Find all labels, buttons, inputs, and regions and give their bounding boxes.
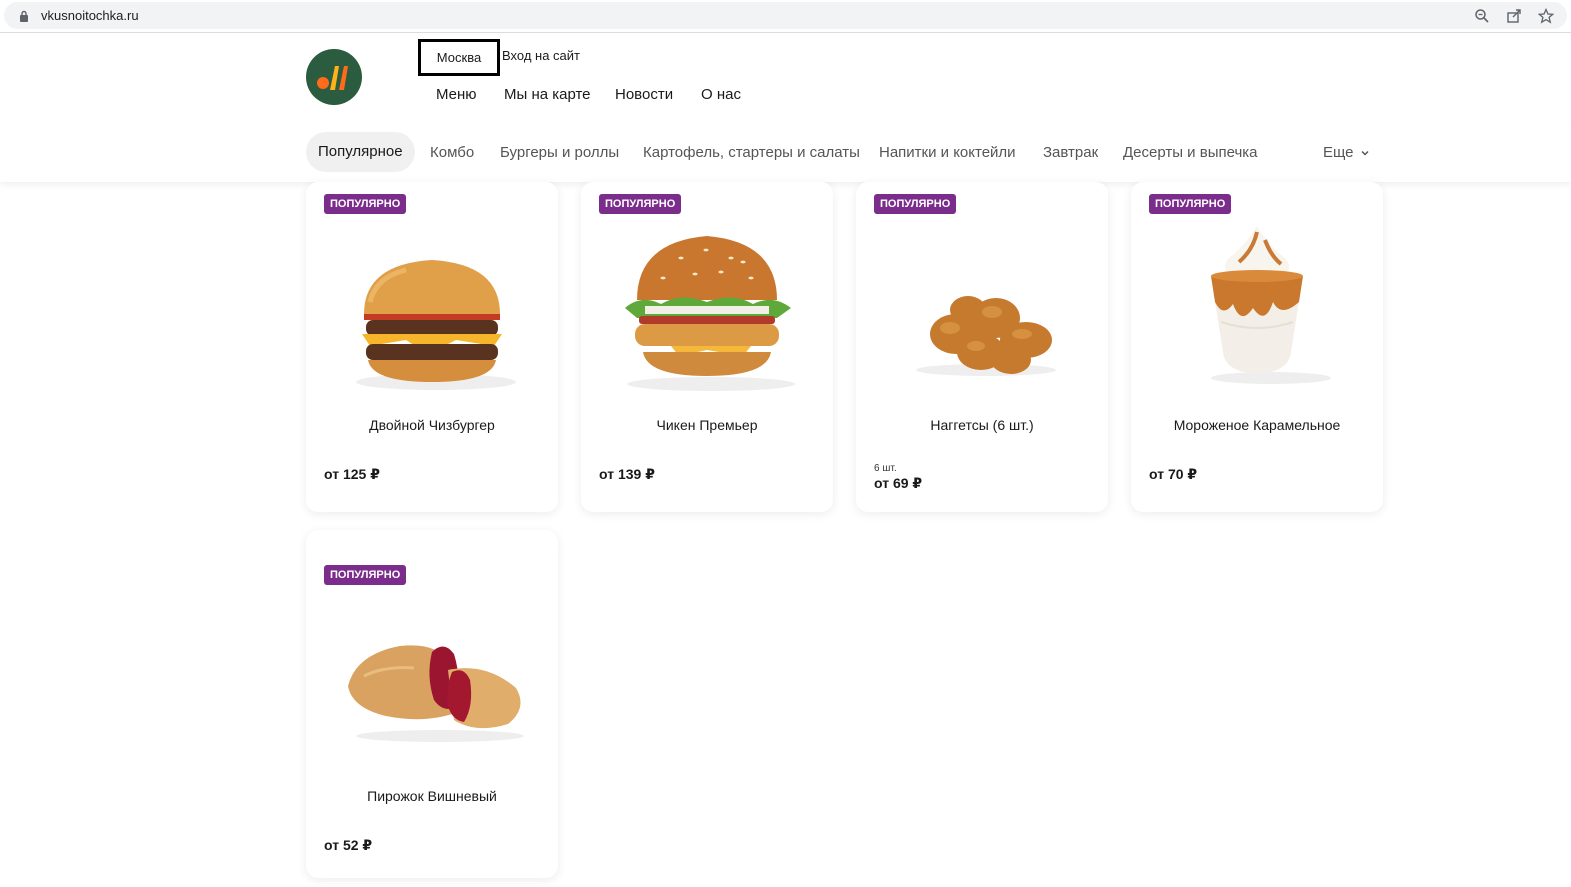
category-breakfast[interactable]: Завтрак bbox=[1043, 144, 1098, 161]
category-drinks[interactable]: Напитки и коктейли bbox=[879, 144, 1016, 161]
product-price: от 70 ₽ bbox=[1149, 466, 1198, 482]
share-icon[interactable] bbox=[1506, 8, 1522, 24]
product-name: Пирожок Вишневый bbox=[367, 788, 497, 804]
bookmark-star-icon[interactable] bbox=[1538, 8, 1554, 24]
product-name: Двойной Чизбургер bbox=[369, 417, 495, 433]
category-combo[interactable]: Комбо bbox=[430, 144, 474, 161]
more-label: Еще bbox=[1323, 144, 1354, 161]
popular-badge: ПОПУЛЯРНО bbox=[1149, 194, 1232, 214]
product-name: Мороженое Карамельное bbox=[1173, 417, 1341, 433]
brand-logo[interactable] bbox=[306, 49, 362, 105]
product-name: Чикен Премьер bbox=[656, 417, 758, 433]
chicken-burger-icon bbox=[625, 236, 795, 391]
nav-link-menu[interactable]: Меню bbox=[436, 86, 477, 103]
popular-badge: ПОПУЛЯРНО bbox=[874, 194, 957, 214]
lock-icon bbox=[20, 10, 28, 22]
product-card[interactable]: ПОПУЛЯРНО Двойной Чизбургер от 125 ₽ bbox=[306, 182, 558, 512]
browser-address-bar: vkusnoitochka.ru bbox=[0, 0, 1571, 33]
product-price: от 139 ₽ bbox=[599, 466, 655, 482]
nav-link-news[interactable]: Новости bbox=[615, 86, 673, 103]
login-link[interactable]: Вход на сайт bbox=[502, 48, 580, 63]
burger-icon bbox=[356, 260, 516, 390]
category-popular[interactable]: Популярное bbox=[306, 132, 415, 172]
nav-link-map[interactable]: Мы на карте bbox=[504, 86, 591, 103]
product-name: Наггетсы (6 шт.) bbox=[930, 417, 1034, 433]
more-categories-button[interactable]: Еще bbox=[1323, 144, 1370, 161]
nuggets-icon bbox=[916, 296, 1056, 376]
url-field[interactable]: vkusnoitochka.ru bbox=[4, 2, 1567, 29]
popular-badge: ПОПУЛЯРНО bbox=[324, 565, 407, 585]
popular-badge: ПОПУЛЯРНО bbox=[599, 194, 682, 214]
category-burgers[interactable]: Бургеры и роллы bbox=[500, 144, 619, 161]
zoom-icon[interactable] bbox=[1474, 8, 1490, 24]
nav-link-about[interactable]: О нас bbox=[701, 86, 741, 103]
product-price: от 52 ₽ bbox=[324, 837, 373, 853]
category-fries[interactable]: Картофель, стартеры и салаты bbox=[643, 144, 860, 161]
product-price: от 69 ₽ bbox=[874, 475, 923, 491]
product-quantity: 6 шт. bbox=[874, 463, 897, 474]
category-bar: Популярное Комбо Бургеры и роллы Картофе… bbox=[0, 124, 1571, 182]
city-selector-button[interactable]: Москва bbox=[418, 39, 500, 76]
product-price: от 125 ₽ bbox=[324, 466, 380, 482]
category-desserts[interactable]: Десерты и выпечка bbox=[1123, 144, 1258, 161]
product-card[interactable]: ПОПУЛЯРНО Чикен Премьер от 139 ₽ bbox=[581, 182, 833, 512]
logo-mark-icon bbox=[317, 66, 348, 90]
product-card[interactable]: ПОПУЛЯРНО Пирожок Вишневый от 52 ₽ bbox=[306, 530, 558, 878]
product-card[interactable]: ПОПУЛЯРНО Наггетсы (6 шт.) 6 шт. от 69 ₽ bbox=[856, 182, 1108, 512]
product-card[interactable]: ПОПУЛЯРНО Мороженое Карамельное от 70 ₽ bbox=[1131, 182, 1383, 512]
ice-cream-icon bbox=[1211, 226, 1331, 384]
cherry-pie-icon bbox=[348, 645, 524, 742]
popular-badge: ПОПУЛЯРНО bbox=[324, 194, 407, 214]
url-text: vkusnoitochka.ru bbox=[41, 8, 139, 23]
chevron-down-icon bbox=[1361, 151, 1369, 156]
